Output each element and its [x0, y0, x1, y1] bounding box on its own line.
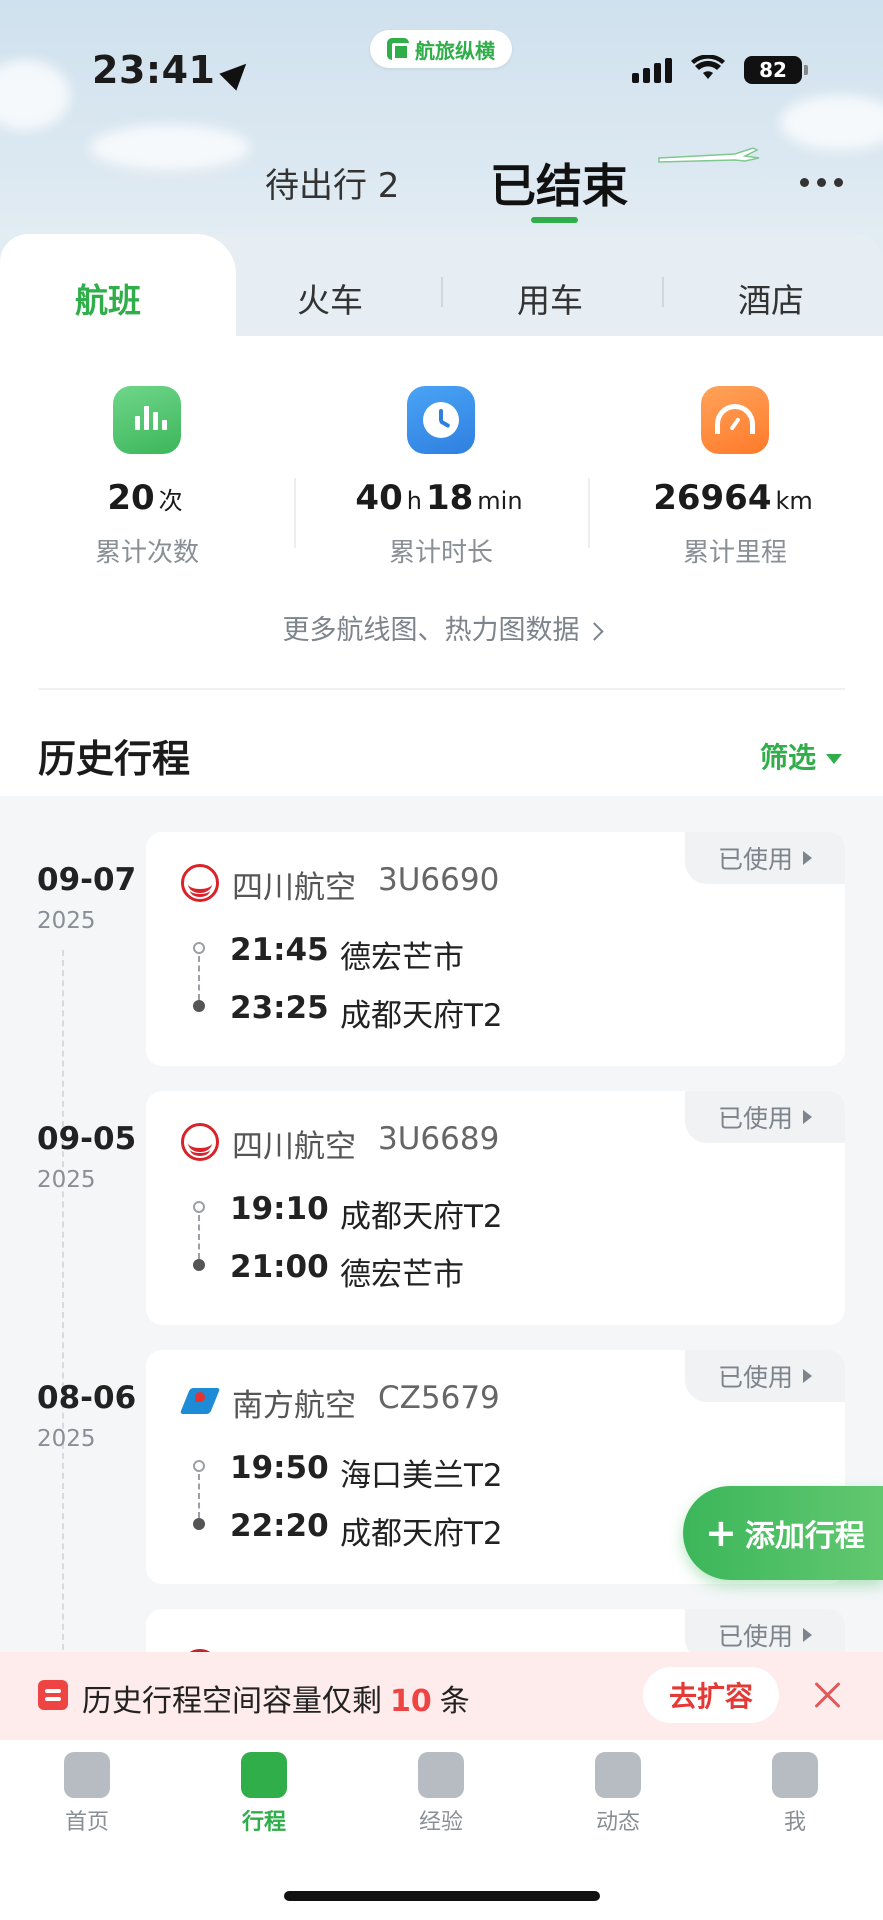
- arrival-airport: 成都天府T2: [340, 1516, 503, 1552]
- bar-chart-icon: [113, 386, 181, 454]
- arrival-dot: [193, 1259, 205, 1271]
- airline-name: 四川航空: [232, 870, 356, 906]
- trip-year: 2025: [37, 1167, 96, 1193]
- cloud-decoration: [90, 125, 250, 170]
- departure-dot: [193, 942, 205, 954]
- nav-me[interactable]: 我: [730, 1752, 860, 1836]
- flight-number: 3U6690: [378, 862, 500, 898]
- caret-right-icon: [803, 1369, 812, 1383]
- nav-trips[interactable]: 行程: [199, 1752, 329, 1836]
- flight-duration-label: 累计时长: [388, 538, 493, 568]
- flight-distance-label: 累计里程: [682, 538, 787, 568]
- used-status-tag[interactable]: 已使用: [685, 1091, 845, 1143]
- home-icon: [64, 1752, 110, 1798]
- divider: [38, 688, 845, 690]
- arrival-airport: 成都天府T2: [340, 998, 503, 1034]
- china-southern-logo-icon: [181, 1382, 219, 1420]
- trip-year: 2025: [37, 908, 96, 934]
- departure-dot: [193, 1201, 205, 1213]
- departure-airport: 海口美兰T2: [340, 1458, 503, 1494]
- app-logo-icon: [387, 38, 410, 61]
- nav-status[interactable]: 动态: [553, 1752, 683, 1836]
- trip-card[interactable]: 已使用 四川航空 3U6689 19:10 成都天府T2 21:00 德宏芒市: [146, 1091, 845, 1325]
- close-icon[interactable]: [812, 1680, 842, 1710]
- timeline-line: [62, 950, 64, 1670]
- home-indicator[interactable]: [284, 1891, 600, 1901]
- arrival-time: 22:20: [230, 1508, 329, 1544]
- flight-status-icon: [595, 1752, 641, 1798]
- used-status-tag[interactable]: 已使用: [685, 832, 845, 884]
- tab-car[interactable]: 用车: [517, 274, 583, 322]
- airplane-icon: [658, 147, 760, 163]
- departure-dot: [193, 1460, 205, 1472]
- trip-card[interactable]: 已使用 四川航空 3U6690 21:45 德宏芒市 23:25 成都天府T2: [146, 832, 845, 1066]
- tab-trains[interactable]: 火车: [297, 274, 363, 322]
- airline-name: 南方航空: [232, 1388, 356, 1424]
- capacity-message: 历史行程空间容量仅剩 10 条: [82, 1684, 470, 1719]
- flight-number: 3U6689: [378, 1121, 500, 1157]
- caret-down-icon: [826, 754, 843, 764]
- nav-home[interactable]: 首页: [22, 1752, 152, 1836]
- arrival-airport: 德宏芒市: [340, 1257, 464, 1293]
- route-line: [198, 956, 200, 1000]
- flight-duration-value: 40 h 18 min: [355, 478, 523, 518]
- planet-icon: [418, 1752, 464, 1798]
- airline-name: 四川航空: [232, 1129, 356, 1165]
- trip-year: 2025: [37, 1426, 96, 1452]
- tab-ended[interactable]: 已结束: [490, 150, 628, 216]
- status-time: 23:41: [92, 48, 256, 92]
- flight-distance-value: 26964 km: [653, 478, 813, 518]
- battery-indicator: 82: [744, 56, 808, 84]
- storage-warning-icon: [38, 1680, 68, 1710]
- tab-pending[interactable]: 待出行 2: [265, 158, 399, 207]
- trip-date: 09-07: [37, 862, 137, 898]
- arrival-dot: [193, 1518, 205, 1530]
- sichuan-airlines-logo-icon: [181, 1123, 219, 1161]
- departure-airport: 德宏芒市: [340, 940, 464, 976]
- add-trip-button[interactable]: + 添加行程: [683, 1486, 883, 1580]
- speedometer-icon: [701, 386, 769, 454]
- arrival-dot: [193, 1000, 205, 1012]
- trip-date: 09-05: [37, 1121, 137, 1157]
- plus-icon: +: [705, 1511, 737, 1555]
- history-title: 历史行程: [38, 737, 191, 781]
- caret-right-icon: [803, 851, 812, 865]
- tab-hotels[interactable]: 酒店: [738, 274, 804, 322]
- person-icon: [772, 1752, 818, 1798]
- nav-experience[interactable]: 经验: [376, 1752, 506, 1836]
- cellular-signal-icon: [632, 58, 672, 83]
- app-badge: 航旅纵横: [370, 30, 512, 68]
- tab-divider: [662, 277, 664, 307]
- flight-count-label: 累计次数: [94, 538, 199, 568]
- active-tab-indicator: [531, 217, 578, 223]
- departure-time: 19:10: [230, 1191, 329, 1227]
- arrival-time: 23:25: [230, 990, 329, 1026]
- departure-time: 21:45: [230, 932, 329, 968]
- expand-capacity-button[interactable]: 去扩容: [643, 1667, 779, 1723]
- more-route-data-link[interactable]: 更多航线图、热力图数据: [0, 608, 883, 647]
- chevron-right-icon: [584, 622, 604, 641]
- departure-time: 19:50: [230, 1450, 329, 1486]
- trip-date: 08-06: [37, 1380, 137, 1416]
- wifi-icon: [691, 55, 725, 79]
- flight-number: CZ5679: [378, 1380, 500, 1416]
- departure-airport: 成都天府T2: [340, 1199, 503, 1235]
- caret-right-icon: [803, 1628, 812, 1642]
- used-status-tag[interactable]: 已使用: [685, 1350, 845, 1402]
- more-options-icon[interactable]: [800, 178, 843, 187]
- route-line: [198, 1474, 200, 1518]
- arrival-time: 21:00: [230, 1249, 329, 1285]
- briefcase-icon: [241, 1752, 287, 1798]
- route-line: [198, 1215, 200, 1259]
- tab-flights[interactable]: 航班: [75, 274, 141, 322]
- filter-button[interactable]: 筛选: [760, 736, 843, 776]
- sichuan-airlines-logo-icon: [181, 864, 219, 902]
- caret-right-icon: [803, 1110, 812, 1124]
- tab-divider: [441, 277, 443, 307]
- flight-count-value: 20 次: [107, 478, 183, 518]
- clock-icon: [407, 386, 475, 454]
